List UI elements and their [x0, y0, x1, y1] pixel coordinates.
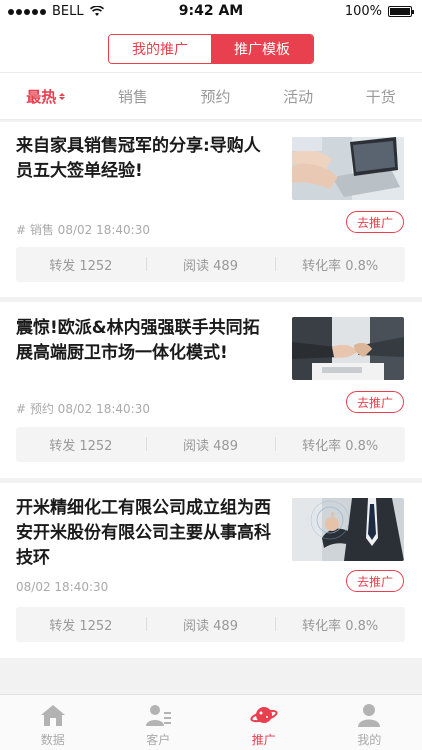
conversion-rate: 转化率 0.8% — [275, 435, 405, 454]
promote-button[interactable]: 去推广 — [346, 211, 404, 233]
category-sales[interactable]: 销售 — [118, 86, 148, 107]
article-title: 震惊!欧派&林内强强联手共同拓展高端厨卫市场一体化模式! — [16, 318, 260, 363]
category-tabs: 最热 销售 预约 活动 干货 — [0, 72, 422, 120]
read-count: 阅读 489 — [145, 615, 276, 634]
handshake-photo — [292, 317, 404, 380]
conversion-rate: 转化率 0.8% — [275, 255, 405, 274]
article-card[interactable]: 开米精细化工有限公司成立组为西安开米股份有限公司主要从事高科技环 08/02 1… — [0, 483, 422, 658]
article-meta: 08/02 18:40:30 — [16, 580, 109, 594]
category-tips[interactable]: 干货 — [366, 86, 396, 107]
conversion-rate: 转化率 0.8% — [275, 615, 405, 634]
read-count: 阅读 489 — [145, 435, 276, 454]
forward-count: 转发 1252 — [49, 259, 113, 274]
tab-label: 推广 — [251, 733, 276, 747]
tab-label: 我的 — [357, 733, 382, 747]
article-title: 来自家具销售冠军的分享:导购人员五大签单经验! — [16, 136, 261, 181]
laptop-typing-photo — [292, 137, 404, 200]
category-hot[interactable]: 最热 — [26, 86, 66, 107]
article-stats: 转发 1252 阅读 489 转化率 0.8% — [16, 247, 405, 282]
article-card[interactable]: 来自家具销售冠军的分享:导购人员五大签单经验! # 销售 08/02 18:40… — [0, 122, 422, 297]
bottom-tab-bar: 数据 客户 推广 我的 — [0, 694, 422, 750]
tab-label: 客户 — [146, 733, 171, 747]
home-icon — [40, 705, 65, 726]
battery-percent: 100% — [344, 4, 382, 19]
read-count: 阅读 489 — [145, 255, 276, 274]
battery-icon — [388, 6, 414, 17]
header: 我的推广 推广模板 — [0, 22, 422, 72]
tab-my-promotion[interactable]: 我的推广 — [109, 35, 211, 63]
article-meta: # 预约 08/02 18:40:30 — [16, 402, 150, 416]
tab-data[interactable]: 数据 — [0, 695, 106, 750]
tab-promotion-template[interactable]: 推广模板 — [211, 35, 313, 63]
category-label: 活动 — [283, 87, 314, 106]
promote-button[interactable]: 去推广 — [346, 570, 404, 592]
article-stats: 转发 1252 阅读 489 转化率 0.8% — [16, 427, 405, 462]
tab-label: 数据 — [40, 733, 65, 747]
article-title: 开米精细化工有限公司成立组为西安开米股份有限公司主要从事高科技环 — [16, 498, 271, 568]
promotion-segment: 我的推广 推广模板 — [108, 34, 314, 64]
tab-promotion[interactable]: 推广 — [211, 695, 317, 750]
category-activity[interactable]: 活动 — [283, 86, 313, 107]
status-bar: BELL 9:42 AM 100% — [0, 0, 422, 22]
category-label: 干货 — [365, 87, 396, 106]
profile-icon — [358, 704, 381, 727]
tab-mine[interactable]: 我的 — [317, 695, 422, 750]
article-meta: # 销售 08/02 18:40:30 — [16, 223, 150, 237]
battery-status: 100% — [344, 4, 414, 19]
customer-icon — [146, 705, 172, 726]
promote-button[interactable]: 去推广 — [346, 391, 404, 413]
businessman-touch-photo — [292, 498, 404, 561]
forward-count: 转发 1252 — [49, 619, 113, 634]
tab-customers[interactable]: 客户 — [106, 695, 212, 750]
sort-caret-icon — [59, 92, 66, 100]
forward-count: 转发 1252 — [49, 439, 113, 454]
category-label: 销售 — [117, 87, 148, 106]
article-stats: 转发 1252 阅读 489 转化率 0.8% — [16, 607, 405, 642]
category-booking[interactable]: 预约 — [200, 86, 230, 107]
category-label: 预约 — [200, 87, 231, 106]
article-card[interactable]: 震惊!欧派&林内强强联手共同拓展高端厨卫市场一体化模式! # 预约 08/02 … — [0, 302, 422, 478]
planet-icon — [250, 707, 278, 723]
category-label: 最热 — [26, 87, 57, 106]
